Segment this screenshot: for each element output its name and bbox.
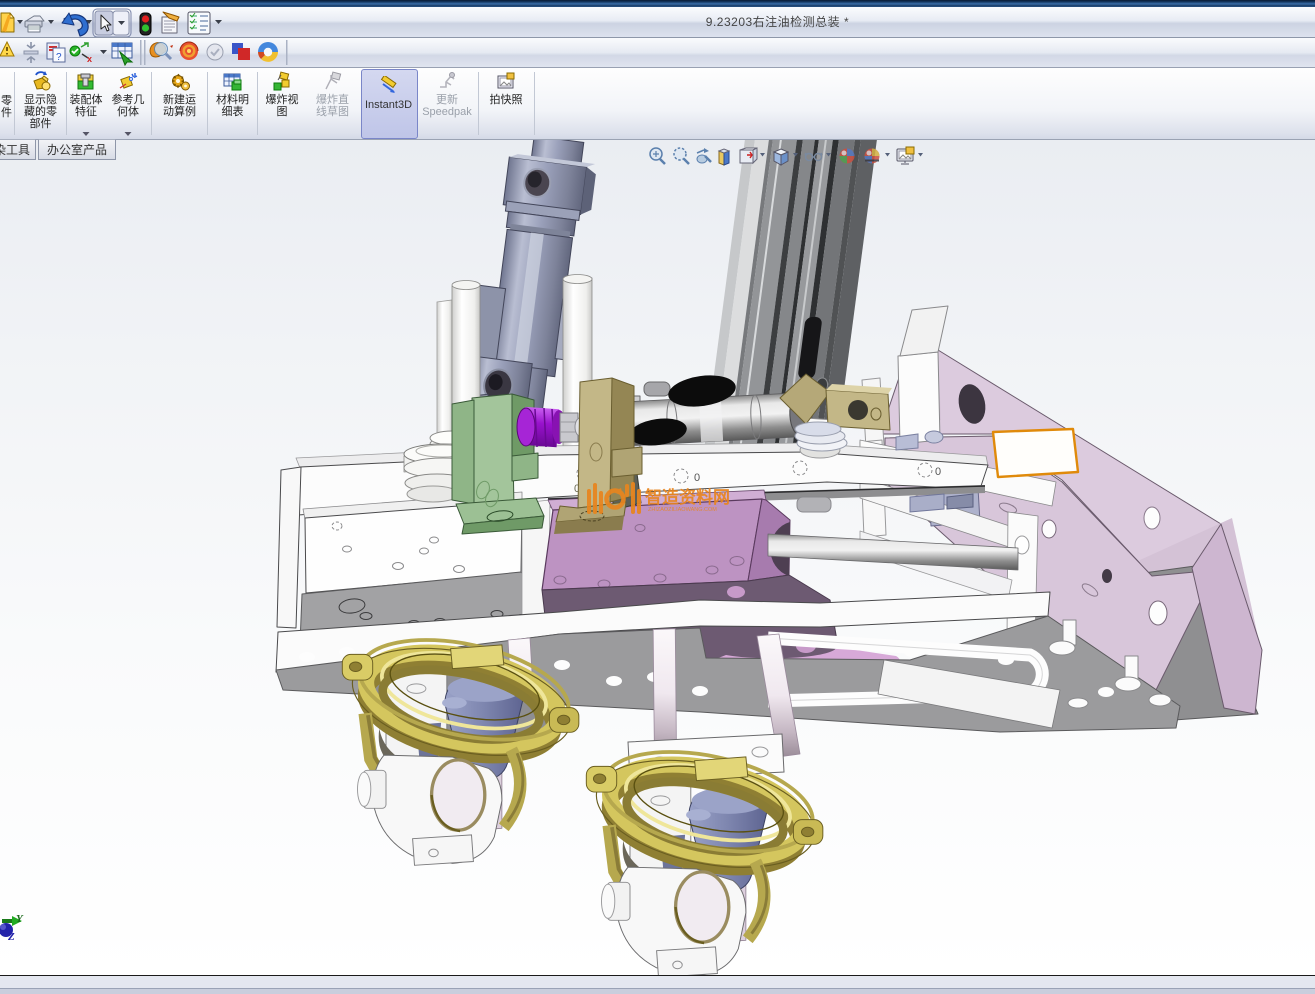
svg-text:ZHIZAOZILIAOWANG.COM: ZHIZAOZILIAOWANG.COM [648,507,717,513]
svg-text:0: 0 [935,466,941,478]
svg-text:?: ? [56,52,62,63]
svg-text:x: x [87,54,92,64]
svg-text:Z: Z [7,931,15,943]
svg-text:0: 0 [694,472,700,484]
svg-text:智造资料网: 智造资料网 [645,487,730,507]
